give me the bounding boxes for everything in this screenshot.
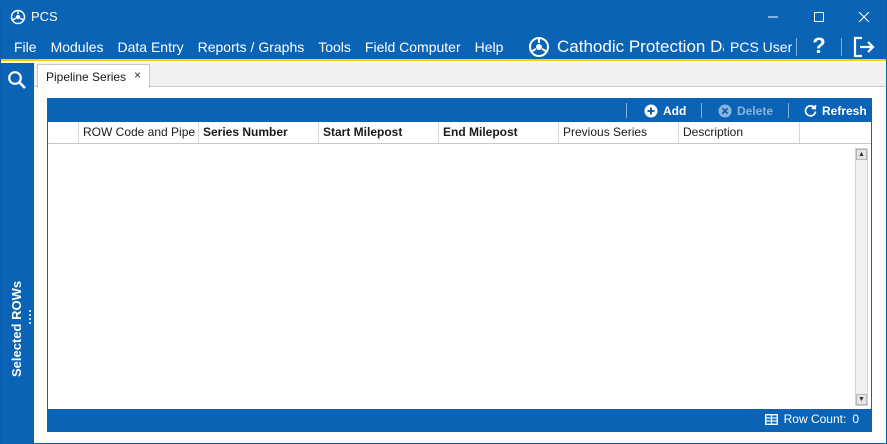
- main-menu: File Modules Data Entry Reports / Graphs…: [7, 38, 510, 56]
- menu-file[interactable]: File: [7, 38, 44, 56]
- pcs-logo-icon: [529, 37, 549, 57]
- scroll-down-icon[interactable]: ▼: [856, 394, 867, 405]
- maximize-icon: [814, 12, 824, 22]
- delete-button[interactable]: Delete: [718, 102, 773, 119]
- row-count-label: Row Count:: [783, 412, 847, 426]
- toolbar-separator: [701, 103, 702, 118]
- pcs-logo-icon: [10, 9, 26, 25]
- plus-circle-icon: [644, 104, 658, 117]
- scroll-up-icon[interactable]: ▲: [856, 149, 867, 160]
- delete-label: Delete: [737, 103, 774, 118]
- add-label: Add: [663, 103, 687, 118]
- menu-reports-graphs[interactable]: Reports / Graphs: [191, 38, 312, 56]
- tab-pipeline-series[interactable]: Pipeline Series ×: [37, 64, 150, 88]
- column-header-previous-series[interactable]: Previous Series: [559, 122, 679, 143]
- app-brand: Cathodic Protection Da: [528, 35, 724, 59]
- toolbar-separator: [626, 103, 627, 118]
- add-button[interactable]: Add: [644, 102, 686, 119]
- menu-separator: [796, 38, 797, 56]
- refresh-label: Refresh: [822, 103, 867, 118]
- menu-bar: File Modules Data Entry Reports / Graphs…: [1, 33, 886, 61]
- column-header-description[interactable]: Description: [679, 122, 800, 143]
- menu-help[interactable]: Help: [468, 38, 511, 56]
- grid-toolbar: Add Delete Refresh: [48, 99, 871, 122]
- app-window: PCS File Modules Data Entry Reports / Gr…: [0, 0, 887, 444]
- tab-strip: Pipeline Series ×: [34, 63, 886, 88]
- close-button[interactable]: [841, 1, 887, 33]
- minimize-button[interactable]: [750, 1, 796, 33]
- maximize-button[interactable]: [796, 1, 842, 33]
- grip-icon[interactable]: [28, 309, 32, 325]
- grid-status-bar: Row Count: 0: [48, 409, 871, 431]
- column-header-start-milepost[interactable]: Start Milepost: [319, 122, 439, 143]
- row-count: Row Count: 0: [764, 412, 859, 426]
- menu-tools[interactable]: Tools: [311, 38, 358, 56]
- sidebar-label[interactable]: Selected ROWs: [7, 281, 27, 377]
- search-icon[interactable]: [7, 70, 27, 90]
- selected-rows-sidebar[interactable]: Selected ROWs: [1, 63, 34, 444]
- menu-separator: [841, 38, 842, 56]
- column-header-row-code[interactable]: ROW Code and Pipe: [79, 122, 199, 143]
- refresh-button[interactable]: Refresh: [804, 102, 867, 119]
- logout-icon[interactable]: [852, 36, 876, 58]
- window-title: PCS: [31, 9, 58, 24]
- pipeline-series-panel: Add Delete Refresh ROW Code and Pipe Ser…: [47, 98, 872, 432]
- grid-header: ROW Code and Pipe Series Number Start Mi…: [48, 122, 871, 144]
- menu-data-entry[interactable]: Data Entry: [110, 38, 190, 56]
- minimize-icon: [768, 16, 778, 18]
- vertical-scrollbar[interactable]: ▲ ▼: [855, 148, 868, 406]
- row-selector-header: [48, 122, 79, 143]
- table-icon: [764, 413, 778, 425]
- tab-close-icon[interactable]: ×: [134, 68, 141, 82]
- x-circle-icon: [718, 104, 732, 117]
- question-icon[interactable]: ?: [807, 33, 831, 59]
- menu-field-computer[interactable]: Field Computer: [358, 38, 468, 56]
- app-title: Cathodic Protection Da: [557, 37, 724, 56]
- row-count-value: 0: [852, 412, 859, 426]
- column-header-end-milepost[interactable]: End Milepost: [439, 122, 559, 143]
- grid-body[interactable]: ▲ ▼: [48, 145, 871, 409]
- title-bar[interactable]: PCS: [1, 1, 886, 33]
- column-header-series-number[interactable]: Series Number: [199, 122, 319, 143]
- menu-modules[interactable]: Modules: [44, 38, 111, 56]
- tab-label: Pipeline Series: [46, 69, 127, 84]
- user-name[interactable]: PCS User: [730, 38, 792, 56]
- close-icon: [859, 12, 869, 22]
- toolbar-separator: [788, 103, 789, 118]
- refresh-icon: [804, 104, 817, 117]
